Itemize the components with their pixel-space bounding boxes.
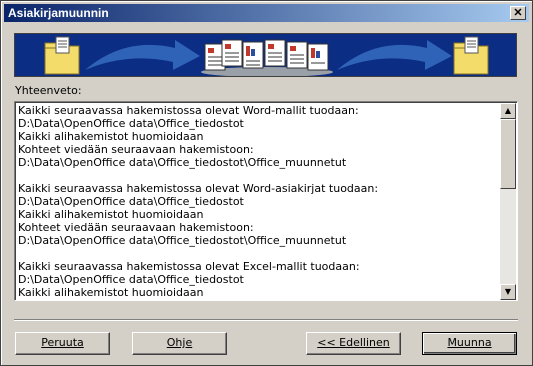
summary-textbox[interactable]: Kaikki seuraavassa hakemistossa olevat W…: [14, 101, 518, 301]
cancel-button[interactable]: Peruuta: [15, 332, 110, 355]
scroll-down-button[interactable]: ▼: [500, 284, 516, 300]
summary-blank-line: [18, 247, 500, 260]
help-button[interactable]: Ohje: [132, 332, 227, 355]
banner-graphic: [15, 34, 516, 76]
summary-line: Kaikki seuraavassa hakemistossa olevat W…: [18, 104, 359, 117]
summary-line: Kaikki alihakemistot huomioidaan: [18, 286, 204, 299]
close-button[interactable]: ✕: [510, 6, 526, 20]
summary-line: Kohteet viedään seuraavaan hakemistoon:: [18, 299, 500, 300]
previous-button[interactable]: << Edellinen: [306, 332, 401, 355]
window-title: Asiakirjamuunnin: [8, 6, 109, 20]
summary-line: D:\Data\OpenOffice data\Office_tiedostot…: [18, 156, 347, 169]
summary-line: D:\Data\OpenOffice data\Office_tiedostot: [18, 273, 244, 286]
documents-icon: [201, 39, 333, 76]
vertical-scrollbar[interactable]: ▲ ▼: [500, 103, 516, 300]
summary-lines: Kaikki seuraavassa hakemistossa olevat W…: [16, 103, 500, 300]
summary-line: Kaikki alihakemistot huomioidaan: [18, 208, 204, 221]
summary-line: Kaikki seuraavassa hakemistossa olevat W…: [18, 182, 379, 195]
converter-window: Asiakirjamuunnin ✕ Yhteenveto: Kaikki se…: [0, 0, 533, 366]
wizard-banner: [14, 33, 517, 77]
summary-line: D:\Data\OpenOffice data\Office_tiedostot…: [18, 234, 347, 247]
summary-blank-line: [18, 169, 500, 182]
title-bar[interactable]: Asiakirjamuunnin ✕: [4, 4, 529, 22]
scroll-up-button[interactable]: ▲: [500, 103, 516, 119]
summary-label: Yhteenveto:: [15, 84, 82, 97]
summary-line: Kaikki alihakemistot huomioidaan: [18, 130, 204, 143]
separator: [14, 319, 518, 321]
summary-line: Kohteet viedään seuraavaan hakemistoon:: [18, 143, 254, 156]
summary-line: Kohteet viedään seuraavaan hakemistoon:: [18, 221, 254, 234]
summary-line: D:\Data\OpenOffice data\Office_tiedostot: [18, 195, 244, 208]
convert-button[interactable]: Muunna: [422, 332, 517, 355]
summary-line: D:\Data\OpenOffice data\Office_tiedostot: [18, 117, 244, 130]
summary-line: Kaikki seuraavassa hakemistossa olevat E…: [18, 260, 360, 273]
scroll-thumb[interactable]: [500, 119, 516, 189]
